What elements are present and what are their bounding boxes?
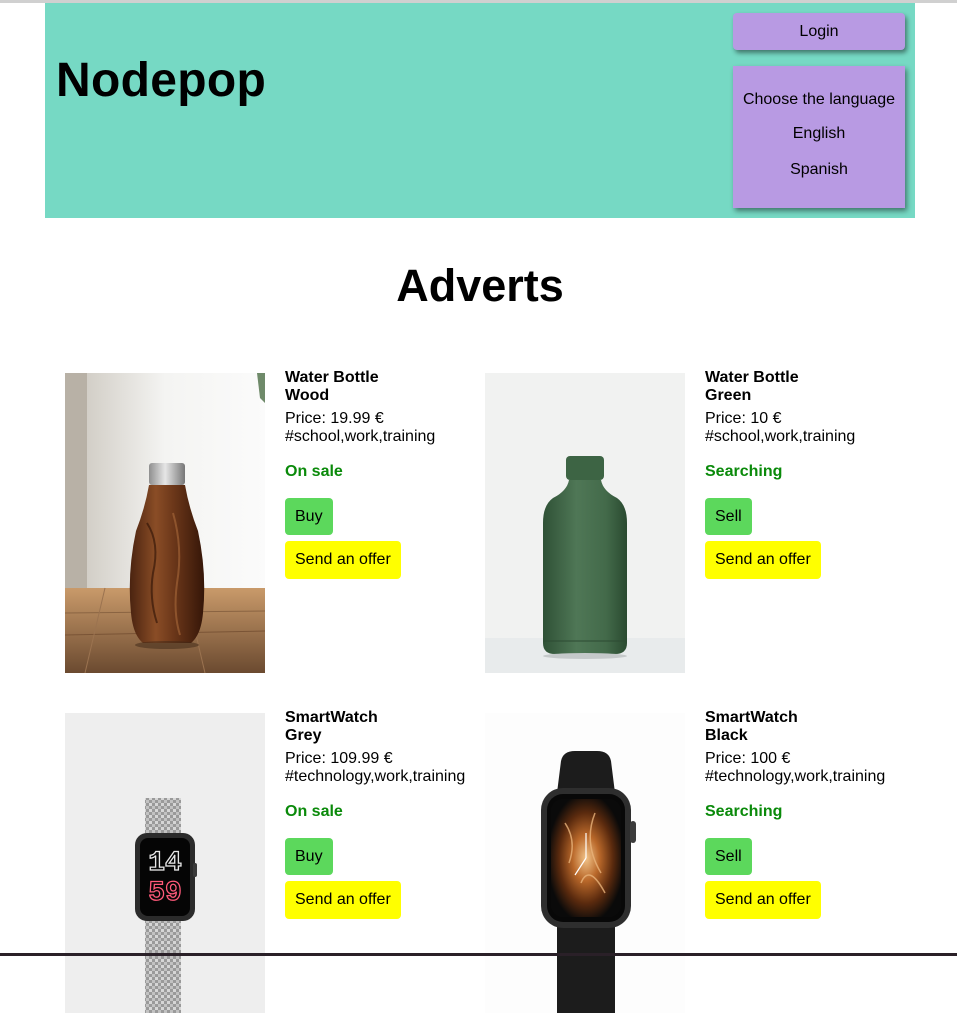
page-title: Adverts bbox=[396, 260, 564, 311]
sell-button[interactable]: Sell bbox=[705, 498, 752, 535]
advert-price: Price: 100 € bbox=[705, 750, 791, 767]
grey-smartwatch-photo[interactable]: 14 59 bbox=[65, 713, 265, 1013]
language-option-spanish[interactable]: Spanish bbox=[733, 161, 905, 179]
advert-card: Water Bottle Wood Price: 19.99 € #school… bbox=[65, 369, 485, 673]
advert-info: SmartWatch Black Price: 100 € #technolog… bbox=[705, 709, 905, 919]
advert-title-line-2: Black bbox=[705, 727, 748, 744]
advert-info: Water Bottle Green Price: 10 € #school,w… bbox=[705, 369, 905, 579]
language-menu-title: Choose the language bbox=[742, 91, 896, 108]
advert-title-line-1: Water Bottle bbox=[285, 369, 379, 386]
advert-card: 14 59 SmartWatch Grey Price: 109.99 € #t… bbox=[65, 709, 485, 1013]
advert-title-line-2: Green bbox=[705, 387, 752, 404]
watch-hour-digits: 14 bbox=[148, 848, 182, 879]
advert-price: Price: 10 € bbox=[705, 410, 782, 427]
advert-title-line-1: Water Bottle bbox=[705, 369, 799, 386]
black-smartwatch-photo[interactable] bbox=[485, 713, 685, 1013]
language-option-english[interactable]: English bbox=[733, 125, 905, 143]
green-water-bottle-photo[interactable] bbox=[485, 373, 685, 673]
send-offer-button[interactable]: Send an offer bbox=[705, 881, 821, 919]
send-offer-button[interactable]: Send an offer bbox=[285, 881, 401, 919]
advert-title-line-1: SmartWatch bbox=[285, 709, 378, 726]
brand-title[interactable]: Nodepop bbox=[56, 55, 266, 107]
advert-status: On sale bbox=[285, 803, 343, 820]
advert-status: Searching bbox=[705, 463, 783, 480]
wooden-water-bottle-photo[interactable] bbox=[65, 373, 265, 673]
advert-tags: #school,work,training bbox=[705, 428, 856, 445]
advert-price: Price: 19.99 € bbox=[285, 410, 384, 427]
advert-price: Price: 109.99 € bbox=[285, 750, 393, 767]
buy-button[interactable]: Buy bbox=[285, 498, 333, 535]
advert-title[interactable]: SmartWatch Black bbox=[705, 709, 905, 745]
advert-status: Searching bbox=[705, 803, 783, 820]
advert-title-line-1: SmartWatch bbox=[705, 709, 798, 726]
buy-button[interactable]: Buy bbox=[285, 838, 333, 875]
send-offer-button[interactable]: Send an offer bbox=[705, 541, 821, 579]
advert-tags: #technology,work,training bbox=[285, 768, 466, 785]
advert-info: SmartWatch Grey Price: 109.99 € #technol… bbox=[285, 709, 485, 919]
advert-title[interactable]: Water Bottle Wood bbox=[285, 369, 485, 405]
advert-tags: #technology,work,training bbox=[705, 768, 886, 785]
language-menu: Choose the language English Spanish bbox=[733, 66, 905, 208]
watch-minute-digits: 59 bbox=[148, 878, 182, 909]
send-offer-button[interactable]: Send an offer bbox=[285, 541, 401, 579]
site-header: Nodepop Login Choose the language Englis… bbox=[45, 3, 915, 218]
advert-status: On sale bbox=[285, 463, 343, 480]
advert-title-line-2: Wood bbox=[285, 387, 330, 404]
advert-tags: #school,work,training bbox=[285, 428, 436, 445]
advert-card: Water Bottle Green Price: 10 € #school,w… bbox=[485, 369, 905, 673]
advert-title-line-2: Grey bbox=[285, 727, 322, 744]
advert-title[interactable]: SmartWatch Grey bbox=[285, 709, 485, 745]
advert-info: Water Bottle Wood Price: 19.99 € #school… bbox=[285, 369, 485, 579]
advert-card: SmartWatch Black Price: 100 € #technolog… bbox=[485, 709, 905, 1013]
sell-button[interactable]: Sell bbox=[705, 838, 752, 875]
advert-title[interactable]: Water Bottle Green bbox=[705, 369, 905, 405]
login-button[interactable]: Login bbox=[733, 13, 905, 50]
